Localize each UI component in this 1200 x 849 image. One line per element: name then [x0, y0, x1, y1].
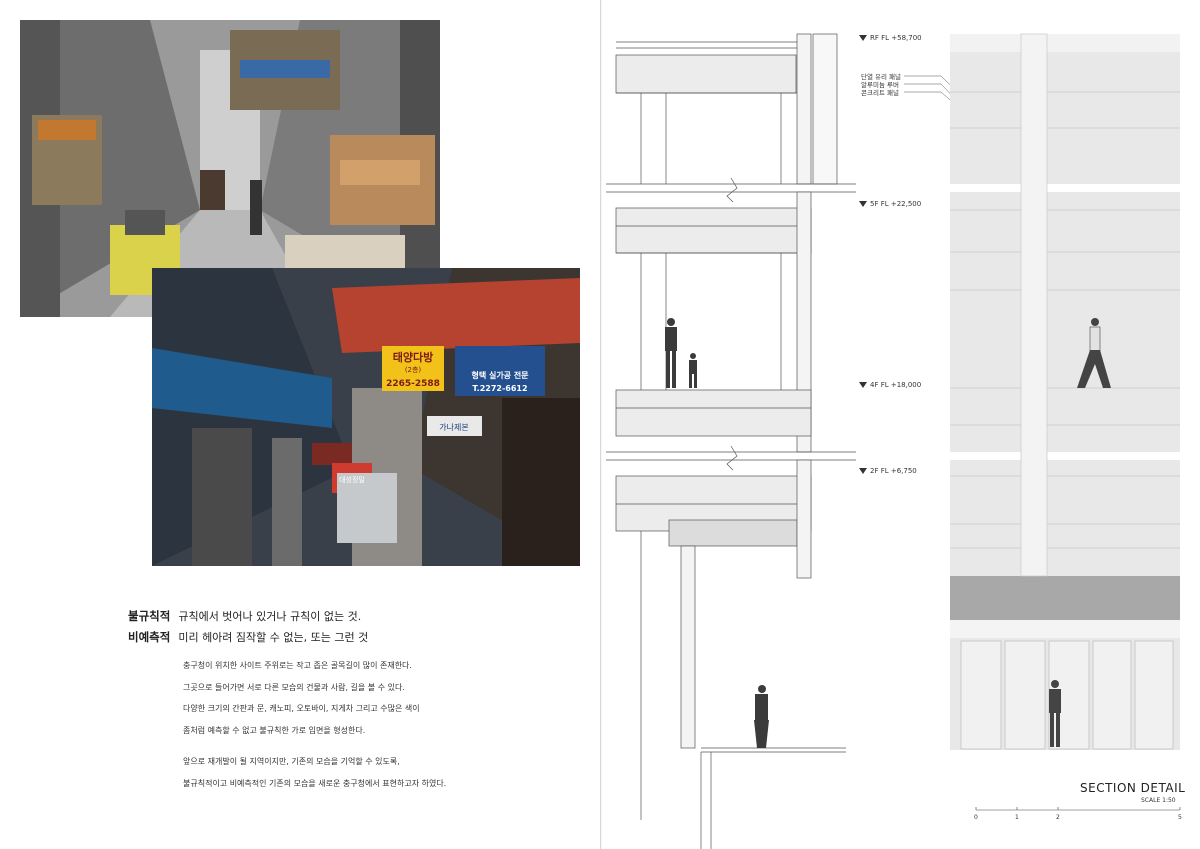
level-marker-5f: 5F FL +22,500	[859, 200, 921, 208]
definition-text: 미리 헤아려 짐작할 수 없는, 또는 그런 것	[178, 631, 369, 644]
sign-thread-shop: 형택 실가공 전문	[471, 370, 529, 380]
concept-description: 충구청이 위치한 사이트 주위로는 작고 좁은 골목길이 많이 존재한다. 그곳…	[183, 661, 523, 800]
person-child-section	[689, 353, 697, 388]
sign-thread-shop-phone: T.2272-6612	[472, 384, 527, 393]
definition-unpredictable: 비예측적 미리 헤아려 짐작할 수 없는, 또는 그런 것	[128, 629, 368, 645]
elevation-panel	[950, 33, 1180, 750]
definition-term: 불규칙적	[128, 609, 171, 623]
scale-tick-label: 0	[974, 814, 978, 821]
definition-term: 비예측적	[128, 630, 171, 644]
level-label: 2F FL +6,750	[870, 467, 917, 475]
sign-tea-house: 태양다방	[393, 350, 433, 364]
paragraph-line: 충구청이 위치한 사이트 주위로는 작고 좁은 골목길이 많이 존재한다.	[183, 661, 412, 670]
paragraph-line: 앞으로 재개발이 될 지역이지만, 기존의 모습을 기억할 수 있도록,	[183, 757, 400, 766]
definition-text: 규칙에서 벗어나 있거나 규칙이 없는 것.	[178, 610, 362, 623]
level-marker-4f: 4F FL +18,000	[859, 381, 921, 389]
drawing-title: SECTION DETAIL	[1080, 781, 1186, 795]
definition-irregular: 불규칙적 규칙에서 벗어나 있거나 규칙이 없는 것.	[128, 608, 361, 624]
level-marker-rf: RF FL +58,700	[859, 34, 922, 42]
person-adult-section	[665, 318, 677, 388]
market-alley-photo: 태양다방 (2층) 2265-2588 형택 실가공 전문 T.2272-661…	[152, 268, 580, 566]
sign-tea-house-phone: 2265-2588	[386, 379, 440, 389]
paragraph-line: 그곳으로 들어가면 서로 다른 모습의 건물과 사람, 길을 볼 수 있다.	[183, 682, 405, 692]
level-triangle-icon	[859, 201, 867, 207]
level-label: RF FL +58,700	[870, 34, 922, 42]
drawing-scale: SCALE 1:50	[1141, 797, 1176, 804]
level-marker-2f: 2F FL +6,750	[859, 467, 917, 475]
level-triangle-icon	[859, 382, 867, 388]
section-detail-drawing	[601, 0, 1181, 849]
level-label: 5F FL +22,500	[870, 200, 922, 208]
left-page: 태양다방 (2층) 2265-2588 형택 실가공 전문 T.2272-661…	[0, 0, 600, 849]
right-page: RF FL +58,700 5F FL +22,500 4F FL +18,00…	[601, 0, 1200, 849]
paragraph-line: 다양한 크기의 간판과 문, 캐노피, 오토바이, 지게차 그리고 수많은 색이	[183, 704, 420, 713]
sign-bookbinding: 가나제본	[439, 423, 468, 432]
level-triangle-icon	[859, 35, 867, 41]
person-walking-section	[754, 685, 769, 748]
level-triangle-icon	[859, 468, 867, 474]
sign-tea-house-floor: (2층)	[405, 365, 422, 374]
scale-tick-label: 1	[1015, 814, 1019, 821]
paragraph-line: 좀처럼 예측할 수 없고 불규칙한 가로 입면을 형성한다.	[183, 725, 366, 735]
material-label: 콘크리트 패널	[861, 89, 899, 97]
sign-precision: 대성정밀	[339, 475, 365, 484]
scale-tick-label: 2	[1056, 814, 1060, 821]
scale-tick-label: 5	[1178, 814, 1182, 821]
paragraph-line: 불규칙적이고 비예측적인 기존의 모습을 새로운 충구청에서 표현하고자 하였다…	[183, 778, 447, 788]
level-label: 4F FL +18,000	[870, 381, 922, 389]
